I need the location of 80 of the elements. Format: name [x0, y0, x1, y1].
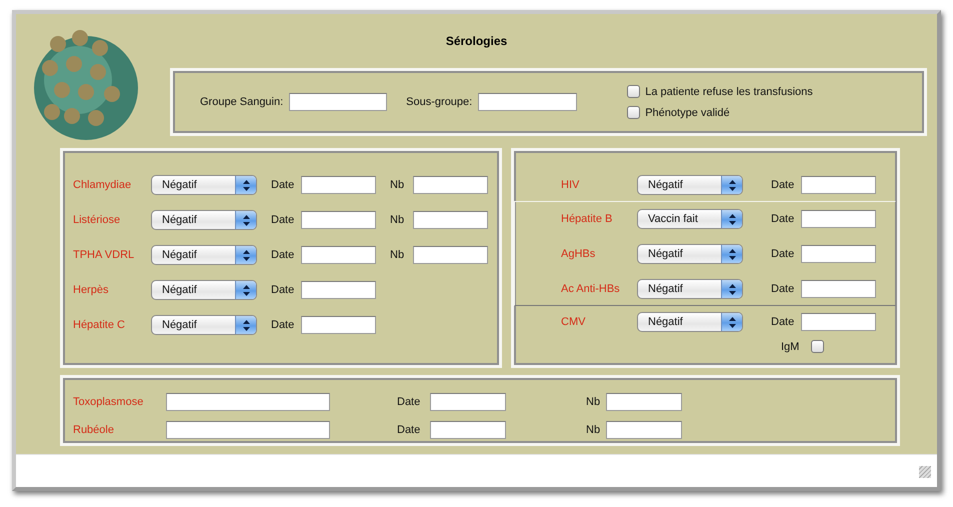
nb-field[interactable]: [413, 211, 488, 229]
field-label: Groupe Sanguin:: [200, 96, 284, 108]
checkbox[interactable]: [627, 106, 640, 119]
up-down-arrows-icon: [242, 250, 250, 260]
nb-label: Nb: [390, 179, 406, 191]
test-name: Listériose: [73, 214, 122, 226]
nb-label: Nb: [586, 396, 602, 408]
date-label: Date: [397, 424, 422, 436]
date-field[interactable]: [301, 176, 376, 194]
window-title: Sérologies: [446, 33, 508, 46]
result-field[interactable]: [166, 421, 330, 439]
up-down-arrows-icon: [728, 214, 736, 224]
date-field[interactable]: [801, 176, 876, 194]
date-label: Date: [771, 179, 796, 191]
result-select[interactable]: Négatif: [637, 279, 743, 299]
field-label: Sous-groupe:: [406, 96, 472, 108]
test-name: Chlamydiae: [73, 179, 132, 191]
nb-field[interactable]: [413, 246, 488, 264]
date-label: Date: [771, 283, 796, 295]
nb-field[interactable]: [606, 393, 682, 411]
date-field[interactable]: [801, 280, 876, 298]
checkbox-label: Phénotype validé: [645, 106, 730, 118]
up-down-arrows-icon: [728, 316, 736, 328]
date-field[interactable]: [801, 245, 876, 263]
up-down-arrows-icon: [242, 214, 250, 226]
date-label: Date: [271, 179, 296, 191]
date-field[interactable]: [301, 246, 376, 264]
result-select[interactable]: Négatif: [151, 315, 257, 335]
date-label: Date: [771, 316, 796, 328]
result-select[interactable]: Négatif: [151, 245, 257, 265]
test-name: HIV: [561, 179, 580, 191]
date-label: Date: [271, 249, 296, 261]
date-label: Date: [271, 319, 296, 331]
input-field[interactable]: [289, 93, 388, 111]
result-field[interactable]: [166, 393, 330, 411]
date-label: Date: [771, 213, 796, 225]
result-select[interactable]: Négatif: [637, 244, 743, 264]
date-field[interactable]: [801, 313, 876, 331]
checkbox-label: La patiente refuse les transfusions: [645, 86, 813, 98]
nb-label: Nb: [390, 249, 406, 261]
date-field[interactable]: [301, 281, 376, 299]
date-field[interactable]: [430, 393, 506, 411]
date-field[interactable]: [430, 421, 506, 439]
nb-label: Nb: [390, 214, 406, 226]
test-name: TPHA VDRL: [73, 249, 136, 261]
up-down-arrows-icon: [242, 180, 250, 190]
up-down-arrows-icon: [242, 284, 250, 296]
result-select[interactable]: Négatif: [151, 210, 257, 230]
up-down-arrows-icon: [728, 180, 736, 190]
test-name: Herpès: [73, 284, 110, 296]
up-down-arrows-icon: [242, 320, 250, 330]
up-down-arrows-icon: [728, 284, 736, 294]
test-name: Rubéole: [73, 424, 115, 436]
test-name: Hépatite C: [73, 319, 126, 331]
date-label: Date: [771, 248, 796, 260]
result-select[interactable]: Négatif: [637, 312, 743, 332]
date-label: Date: [271, 214, 296, 226]
result-select[interactable]: Négatif: [151, 280, 257, 300]
up-down-arrows-icon: [728, 248, 736, 260]
date-field[interactable]: [801, 210, 876, 228]
test-name: Hépatite B: [561, 213, 614, 225]
nb-field[interactable]: [413, 176, 488, 194]
date-label: Date: [271, 284, 296, 296]
result-select[interactable]: Négatif: [151, 175, 257, 195]
input-field[interactable]: [478, 93, 578, 111]
igm-label: IgM: [781, 340, 800, 352]
nb-label: Nb: [586, 424, 602, 436]
nb-field[interactable]: [606, 421, 682, 439]
result-select[interactable]: Négatif: [637, 175, 743, 195]
result-select[interactable]: Vaccin fait: [637, 209, 743, 229]
resize-grip-icon[interactable]: [919, 466, 931, 478]
date-field[interactable]: [301, 316, 376, 334]
checkbox[interactable]: [811, 340, 824, 353]
test-name: Toxoplasmose: [73, 396, 144, 408]
checkbox[interactable]: [627, 85, 640, 98]
date-field[interactable]: [301, 211, 376, 229]
test-name: AgHBs: [561, 248, 596, 260]
test-name: CMV: [561, 316, 586, 328]
test-name: Ac Anti-HBs: [561, 283, 621, 295]
date-label: Date: [397, 396, 422, 408]
